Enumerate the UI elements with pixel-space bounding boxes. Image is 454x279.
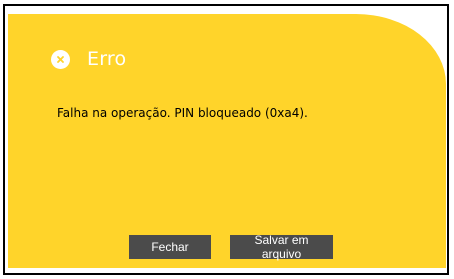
- dialog-title: Erro: [87, 48, 127, 70]
- screenshot-frame: Erro Falha na operação. PIN bloqueado (0…: [3, 4, 449, 275]
- dialog-header: Erro: [51, 48, 126, 70]
- close-button[interactable]: Fechar: [129, 235, 211, 259]
- error-message: Falha na operação. PIN bloqueado (0xa4).: [57, 106, 308, 120]
- save-to-file-button[interactable]: Salvar em arquivo: [230, 233, 333, 261]
- error-icon-glyph: [57, 55, 64, 63]
- error-icon: [51, 49, 70, 69]
- error-dialog: Erro Falha na operação. PIN bloqueado (0…: [8, 14, 446, 268]
